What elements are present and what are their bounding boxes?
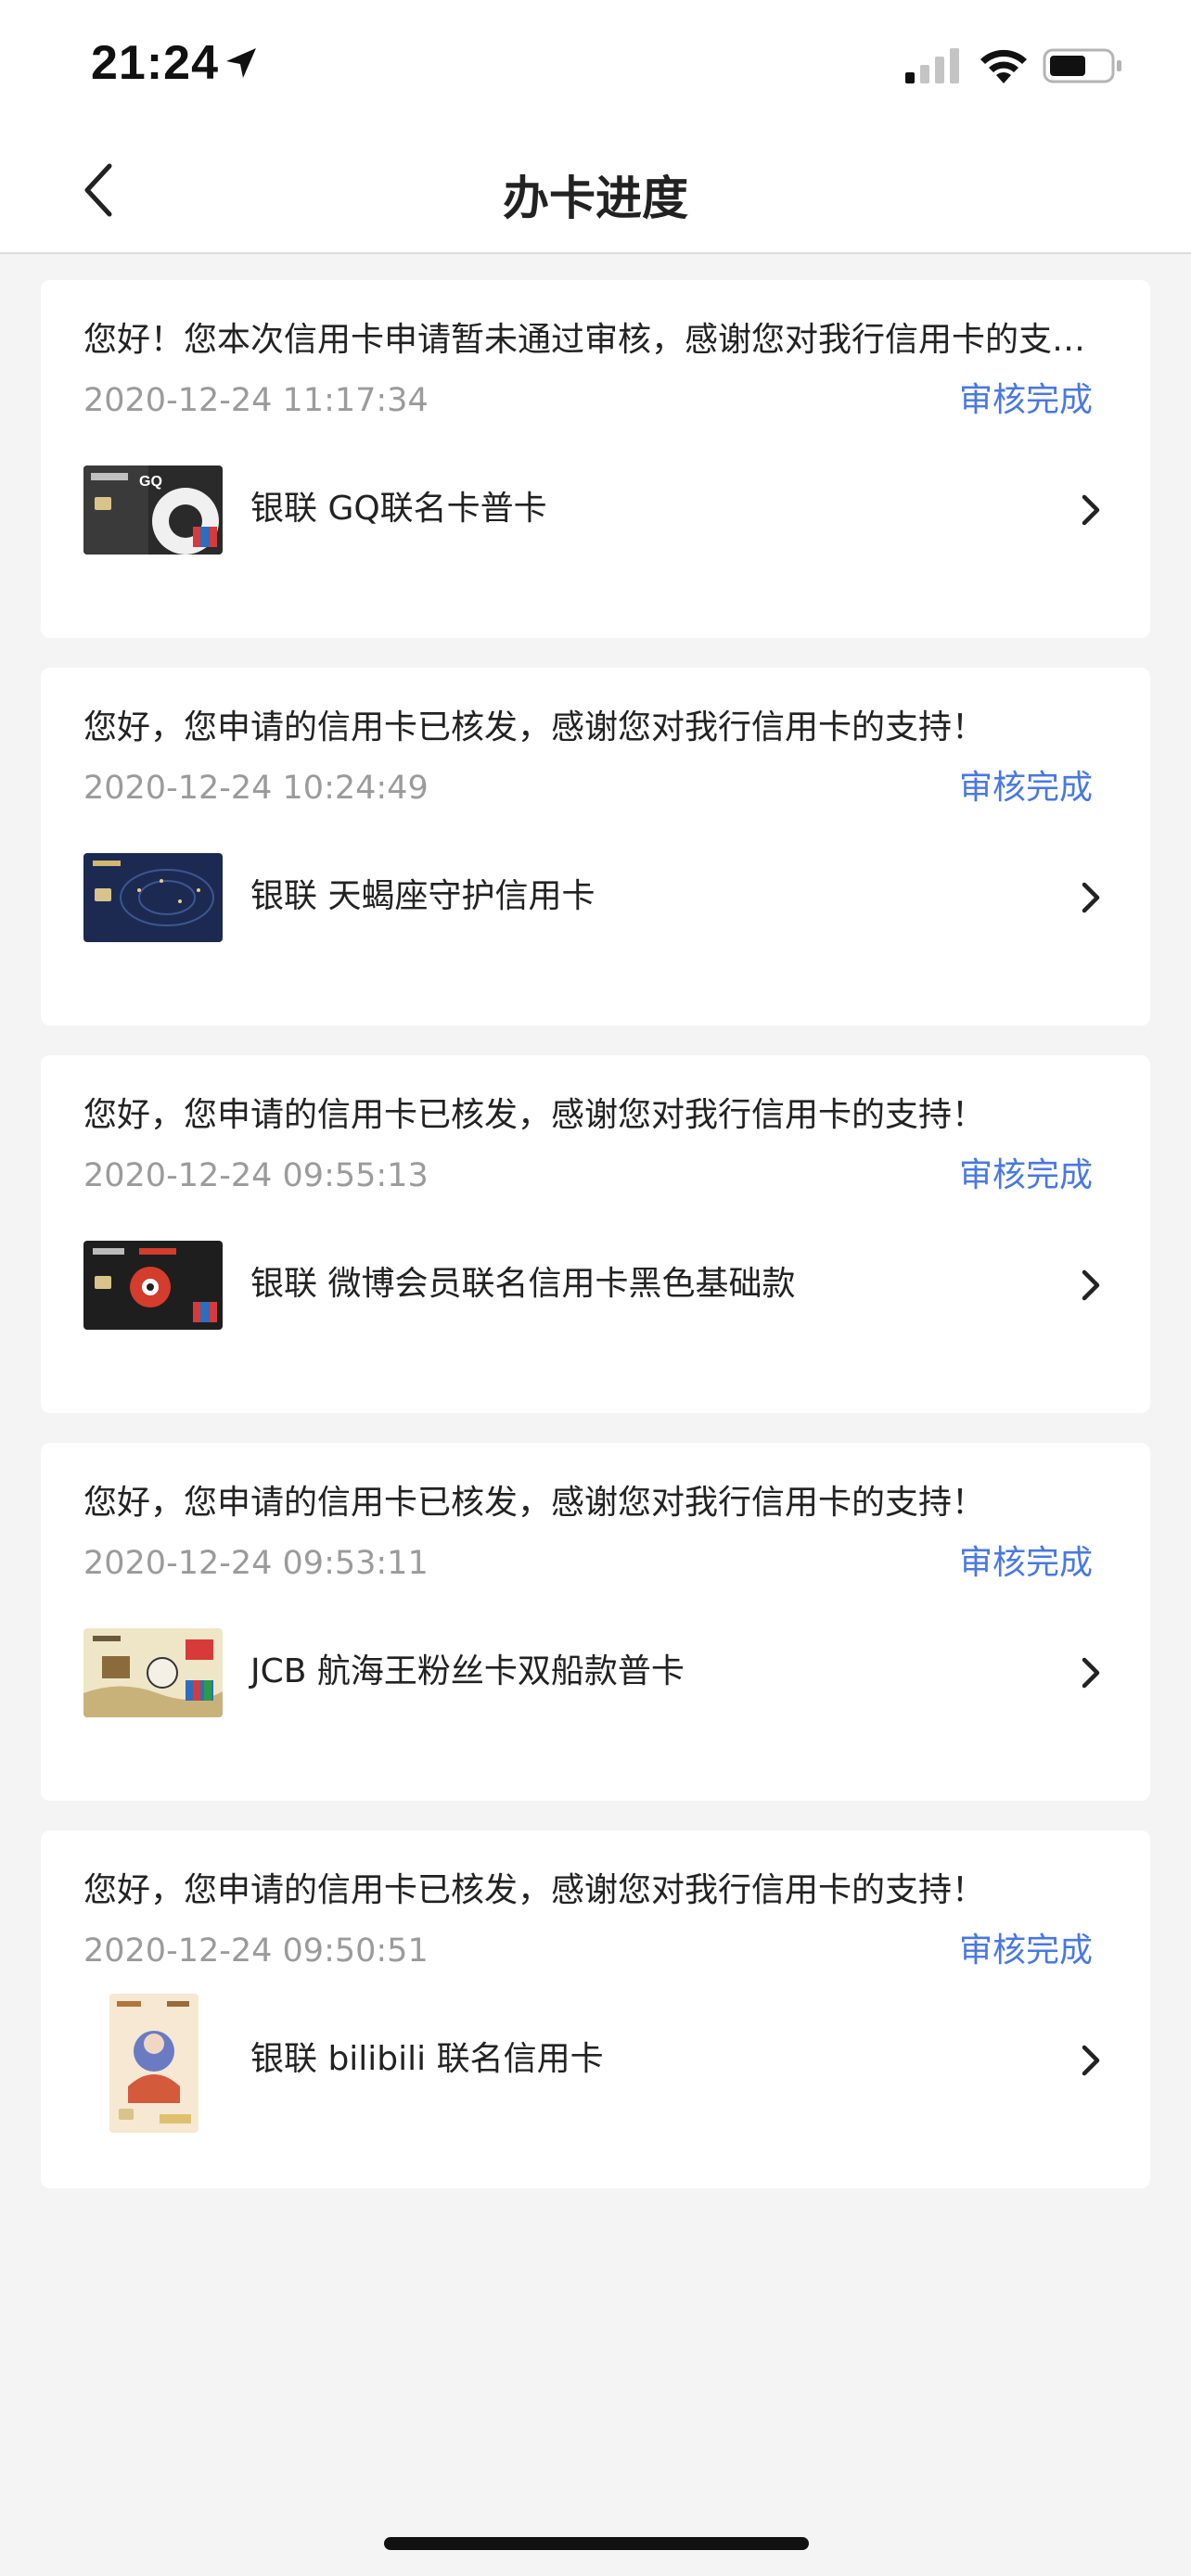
status-time: 21:24 [91, 36, 219, 90]
chevron-right-icon [1082, 1657, 1100, 1689]
status-badge: 审核完成 [958, 1544, 1093, 1582]
home-indicator[interactable] [384, 2537, 809, 2550]
status-badge: 审核完成 [958, 381, 1093, 419]
application-timestamp: 2020-12-24 09:53:11 [83, 1545, 429, 1582]
credit-card-image: GQ [83, 465, 223, 555]
credit-card-name: 银联 微博会员联名信用卡黑色基础款 [250, 1265, 796, 1303]
page-title: 办卡进度 [503, 172, 688, 225]
chevron-right-icon [1082, 882, 1100, 913]
application-card: 您好，您申请的信用卡已核发，感谢您对我行信用卡的支持！ 2020-12-24 1… [41, 668, 1150, 1026]
application-card: 您好，您申请的信用卡已核发，感谢您对我行信用卡的支持！ 2020-12-24 0… [41, 1055, 1150, 1413]
credit-card-row[interactable]: 银联 微博会员联名信用卡黑色基础款 [41, 1237, 1150, 1339]
credit-card-row[interactable]: GQ 银联 GQ联名卡普卡 [41, 462, 1150, 564]
credit-card-image [109, 1994, 198, 2133]
credit-card-row[interactable]: 银联 天蝎座守护信用卡 [41, 849, 1150, 951]
svg-text:GQ: GQ [139, 474, 162, 490]
credit-card-name: JCB 航海王粉丝卡双船款普卡 [250, 1652, 685, 1690]
application-timestamp: 2020-12-24 09:50:51 [83, 1932, 429, 1970]
cellular-signal-icon [905, 48, 959, 83]
chevron-right-icon [1082, 2045, 1100, 2076]
nav-bar: 办卡进度 [0, 130, 1191, 254]
location-arrow-icon [226, 48, 256, 78]
status-badge: 审核完成 [958, 1156, 1093, 1194]
credit-card-name: 银联 天蝎座守护信用卡 [250, 877, 596, 915]
credit-card-image [83, 1241, 223, 1330]
application-card: 您好，您申请的信用卡已核发，感谢您对我行信用卡的支持！ 2020-12-24 0… [41, 1830, 1150, 2188]
chevron-right-icon [1082, 1269, 1100, 1301]
application-message: 您好！您本次信用卡申请暂未通过审核，感谢您对我行信用卡的支持！ [83, 321, 1113, 359]
application-timestamp: 2020-12-24 11:17:34 [83, 382, 429, 419]
application-message: 您好，您申请的信用卡已核发，感谢您对我行信用卡的支持！ [83, 1871, 986, 1909]
status-bar: 21:24 [0, 0, 1191, 130]
wifi-icon [980, 49, 1027, 83]
credit-card-image [83, 1628, 223, 1717]
credit-card-row[interactable]: JCB 航海王粉丝卡双船款普卡 [41, 1625, 1150, 1727]
battery-icon [1043, 48, 1121, 83]
credit-card-name: 银联 GQ联名卡普卡 [250, 490, 547, 528]
application-timestamp: 2020-12-24 09:55:13 [83, 1157, 429, 1194]
application-card: 您好！您本次信用卡申请暂未通过审核，感谢您对我行信用卡的支持！ 2020-12-… [41, 280, 1150, 638]
credit-card-name: 银联 bilibili 联名信用卡 [250, 2040, 604, 2078]
application-message: 您好，您申请的信用卡已核发，感谢您对我行信用卡的支持！ [83, 1484, 986, 1522]
application-timestamp: 2020-12-24 10:24:49 [83, 770, 429, 807]
application-message: 您好，您申请的信用卡已核发，感谢您对我行信用卡的支持！ [83, 708, 986, 746]
chevron-right-icon [1082, 494, 1100, 526]
application-list: 您好！您本次信用卡申请暂未通过审核，感谢您对我行信用卡的支持！ 2020-12-… [41, 280, 1150, 2218]
application-message: 您好，您申请的信用卡已核发，感谢您对我行信用卡的支持！ [83, 1096, 986, 1134]
status-badge: 审核完成 [958, 1932, 1093, 1970]
credit-card-row[interactable]: 银联 bilibili 联名信用卡 [41, 1994, 1150, 2133]
credit-card-image [83, 853, 223, 942]
application-card: 您好，您申请的信用卡已核发，感谢您对我行信用卡的支持！ 2020-12-24 0… [41, 1443, 1150, 1801]
status-badge: 审核完成 [958, 769, 1093, 807]
